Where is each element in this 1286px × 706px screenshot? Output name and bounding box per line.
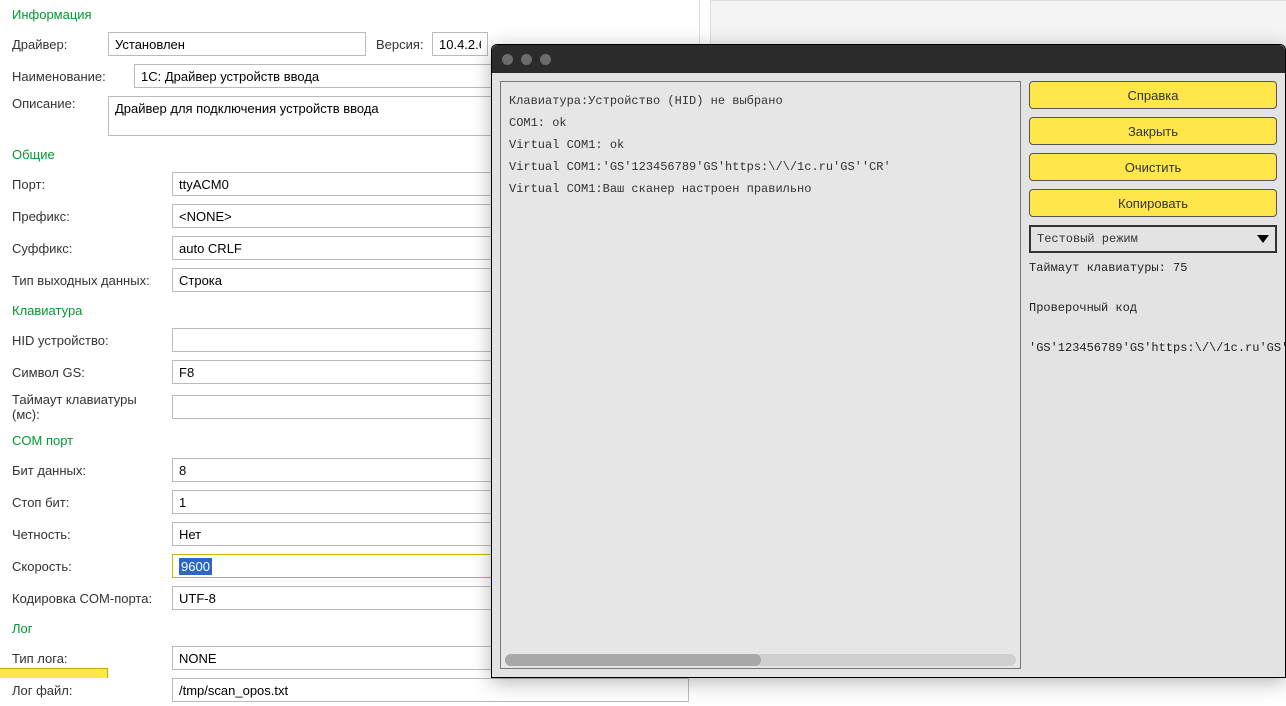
popup-sidebar: Справка Закрыть Очистить Копировать Тест… bbox=[1029, 81, 1277, 669]
traffic-min-icon[interactable] bbox=[521, 54, 532, 65]
traffic-max-icon[interactable] bbox=[540, 54, 551, 65]
label-hid: HID устройство: bbox=[12, 333, 172, 348]
label-logfile: Лог файл: bbox=[12, 683, 172, 698]
check-code-value: 'GS'123456789'GS'https:\/\/1c.ru'GS' bbox=[1029, 341, 1277, 355]
label-encoding: Кодировка COM-порта: bbox=[12, 591, 172, 606]
clear-button[interactable]: Очистить bbox=[1029, 153, 1277, 181]
help-button[interactable]: Справка bbox=[1029, 81, 1277, 109]
label-logtype: Тип лога: bbox=[12, 651, 172, 666]
log-output[interactable]: Клавиатура:Устройство (HID) не выбрано C… bbox=[500, 81, 1021, 669]
traffic-close-icon[interactable] bbox=[502, 54, 513, 65]
label-kbtimeout: Таймаут клавиатуры (мс): bbox=[12, 392, 172, 422]
bottom-tab[interactable] bbox=[0, 668, 108, 678]
test-popup-window: Клавиатура:Устройство (HID) не выбрано C… bbox=[491, 44, 1286, 678]
copy-button[interactable]: Копировать bbox=[1029, 189, 1277, 217]
horizontal-scrollbar[interactable] bbox=[505, 654, 1016, 666]
chevron-down-icon bbox=[1255, 231, 1271, 247]
label-prefix: Префикс: bbox=[12, 209, 172, 224]
label-databits: Бит данных: bbox=[12, 463, 172, 478]
log-text: Клавиатура:Устройство (HID) не выбрано C… bbox=[509, 94, 891, 196]
mode-dropdown[interactable]: Тестовый режим bbox=[1029, 225, 1277, 253]
logfile-field[interactable] bbox=[172, 678, 689, 702]
label-driver: Драйвер: bbox=[12, 37, 108, 52]
label-port: Порт: bbox=[12, 177, 172, 192]
driver-field[interactable] bbox=[108, 32, 366, 56]
kb-timeout-info: Таймаут клавиатуры: 75 bbox=[1029, 261, 1277, 275]
label-speed: Скорость: bbox=[12, 559, 172, 574]
check-code-label: Проверочный код bbox=[1029, 301, 1277, 315]
section-info: Информация bbox=[12, 0, 689, 28]
close-button[interactable]: Закрыть bbox=[1029, 117, 1277, 145]
label-version: Версия: bbox=[376, 37, 432, 52]
mode-value: Тестовый режим bbox=[1037, 232, 1138, 246]
label-gs: Символ GS: bbox=[12, 365, 172, 380]
label-outtype: Тип выходных данных: bbox=[12, 273, 172, 288]
titlebar[interactable] bbox=[492, 45, 1285, 73]
version-field[interactable] bbox=[432, 32, 488, 56]
label-name: Наименование: bbox=[12, 69, 134, 84]
label-desc: Описание: bbox=[12, 96, 108, 111]
label-suffix: Суффикс: bbox=[12, 241, 172, 256]
label-parity: Четность: bbox=[12, 527, 172, 542]
label-stopbit: Стоп бит: bbox=[12, 495, 172, 510]
